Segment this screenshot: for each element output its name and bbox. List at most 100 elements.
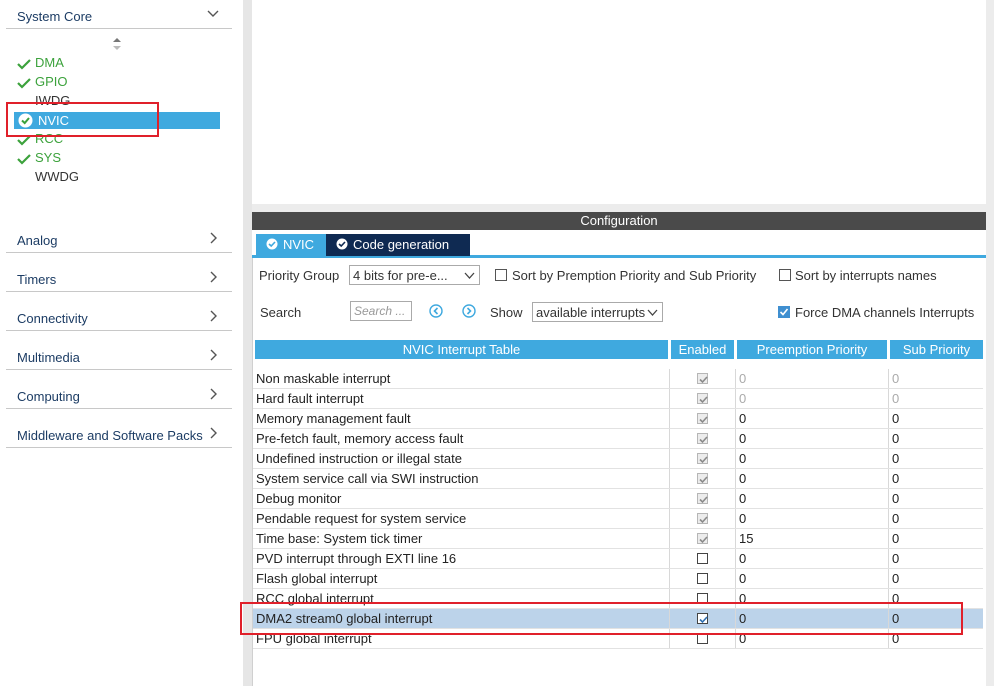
sidebar-item-dma[interactable]: DMA	[17, 54, 64, 72]
section-system-core[interactable]: System Core	[6, 2, 232, 29]
check-icon	[17, 134, 31, 146]
sub-priority-cell[interactable]: 0	[888, 489, 983, 508]
section-label: Multimedia	[17, 350, 80, 365]
divider	[252, 204, 986, 212]
preemption-priority-cell[interactable]: 15	[735, 529, 887, 548]
chevron-down-icon	[464, 272, 475, 279]
sidebar-item-nvic[interactable]: NVIC	[14, 112, 220, 129]
section-label: Analog	[17, 233, 58, 248]
preemption-priority-cell[interactable]: 0	[735, 509, 887, 528]
sub-priority-cell[interactable]: 0	[888, 609, 983, 628]
enabled-cell	[669, 429, 736, 448]
table-row[interactable]: RCC global interrupt 0 0	[253, 589, 983, 609]
enabled-cell	[669, 509, 736, 528]
sort-names-checkbox[interactable]	[779, 269, 791, 281]
priority-group-select[interactable]: 4 bits for pre-e...	[349, 265, 480, 285]
sort-premption-checkbox[interactable]	[495, 269, 507, 281]
preemption-priority-cell[interactable]: 0	[735, 629, 887, 648]
sidebar-item-rcc[interactable]: RCC	[17, 130, 63, 148]
interrupt-name: Pendable request for system service	[256, 511, 467, 526]
sub-priority-cell[interactable]: 0	[888, 469, 983, 488]
column-header-sub-priority[interactable]: Sub Priority	[890, 340, 983, 359]
table-row[interactable]: Hard fault interrupt 0 0	[253, 389, 983, 409]
enabled-checkbox	[697, 413, 708, 424]
enabled-checkbox[interactable]	[697, 613, 708, 624]
section-analog[interactable]: Analog	[6, 226, 232, 253]
preemption-priority-cell[interactable]: 0	[735, 549, 887, 568]
interrupt-name: Memory management fault	[256, 411, 411, 426]
preemption-priority-cell[interactable]: 0	[735, 409, 887, 428]
enabled-checkbox[interactable]	[697, 593, 708, 604]
enabled-checkbox[interactable]	[697, 633, 708, 644]
sidebar-item-label: DMA	[35, 55, 64, 70]
sidebar-item-iwdg[interactable]: IWDG	[17, 92, 70, 110]
tab-code-generation[interactable]: Code generation	[326, 234, 470, 256]
interrupt-name: Flash global interrupt	[256, 571, 378, 586]
table-row[interactable]: Non maskable interrupt 0 0	[253, 369, 983, 389]
search-input[interactable]: Search ...	[350, 301, 412, 321]
main-area: Configuration NVIC Code generation Prior…	[252, 0, 1008, 686]
enabled-checkbox[interactable]	[697, 573, 708, 584]
sidebar-item-label: WWDG	[35, 169, 80, 184]
column-header-preemption[interactable]: Preemption Priority	[737, 340, 887, 359]
table-row[interactable]: Time base: System tick timer 15 0	[253, 529, 983, 549]
table-row[interactable]: Undefined instruction or illegal state 0 0	[253, 449, 983, 469]
section-label: Connectivity	[17, 311, 88, 326]
section-multimedia[interactable]: Multimedia	[6, 343, 232, 370]
section-label: Timers	[17, 272, 57, 287]
interrupt-name: Debug monitor	[256, 491, 342, 506]
preemption-priority-cell[interactable]: 0	[735, 609, 887, 628]
sidebar-item-wwdg[interactable]: WWDG	[17, 168, 79, 186]
sub-priority-cell[interactable]: 0	[888, 529, 983, 548]
sub-priority-cell[interactable]: 0	[888, 629, 983, 648]
tab-nvic[interactable]: NVIC	[256, 234, 330, 256]
section-connectivity[interactable]: Connectivity	[6, 304, 232, 331]
column-header-name[interactable]: NVIC Interrupt Table	[255, 340, 668, 359]
sub-priority-cell[interactable]: 0	[888, 409, 983, 428]
enabled-checkbox[interactable]	[697, 553, 708, 564]
sub-priority-cell[interactable]: 0	[888, 509, 983, 528]
enabled-cell	[669, 569, 736, 588]
table-row[interactable]: FPU global interrupt 0 0	[253, 629, 983, 649]
preemption-priority-cell[interactable]: 0	[735, 569, 887, 588]
table-row[interactable]: Flash global interrupt 0 0	[253, 569, 983, 589]
interrupt-name: Undefined instruction or illegal state	[256, 451, 462, 466]
table-row[interactable]: Pendable request for system service 0 0	[253, 509, 983, 529]
scrollbar[interactable]	[986, 0, 994, 686]
force-dma-checkbox[interactable]	[778, 306, 790, 318]
column-header-enabled[interactable]: Enabled	[671, 340, 734, 359]
show-select[interactable]: available interrupts	[532, 302, 663, 322]
table-row[interactable]: Debug monitor 0 0	[253, 489, 983, 509]
table-header: NVIC Interrupt Table Enabled Preemption …	[255, 340, 985, 359]
section-middleware[interactable]: Middleware and Software Packs	[6, 421, 232, 448]
sidebar-item-gpio[interactable]: GPIO	[17, 73, 68, 91]
sub-priority-cell[interactable]: 0	[888, 449, 983, 468]
preemption-priority-cell[interactable]: 0	[735, 449, 887, 468]
chevron-right-icon	[210, 310, 217, 322]
previous-icon[interactable]	[429, 304, 443, 318]
preemption-priority-cell[interactable]: 0	[735, 489, 887, 508]
section-computing[interactable]: Computing	[6, 382, 232, 409]
preemption-priority-cell[interactable]: 0	[735, 589, 887, 608]
table-row[interactable]: Memory management fault 0 0	[253, 409, 983, 429]
preemption-priority-cell[interactable]: 0	[735, 469, 887, 488]
check-circle-icon	[18, 113, 33, 128]
section-timers[interactable]: Timers	[6, 265, 232, 292]
table-row[interactable]: Pre-fetch fault, memory access fault 0 0	[253, 429, 983, 449]
sub-priority-cell[interactable]: 0	[888, 569, 983, 588]
table-row[interactable]: System service call via SWI instruction 0…	[253, 469, 983, 489]
table-row[interactable]: DMA2 stream0 global interrupt 0 0	[253, 609, 983, 629]
sub-priority-cell[interactable]: 0	[888, 549, 983, 568]
sub-priority-cell[interactable]: 0	[888, 589, 983, 608]
interrupt-name: Time base: System tick timer	[256, 531, 423, 546]
panel-splitter[interactable]	[243, 0, 252, 686]
preemption-priority-cell[interactable]: 0	[735, 429, 887, 448]
table-row[interactable]: PVD interrupt through EXTI line 16 0 0	[253, 549, 983, 569]
sidebar-item-label: RCC	[35, 131, 64, 146]
sidebar-item-sys[interactable]: SYS	[17, 149, 61, 167]
next-icon[interactable]	[462, 304, 476, 318]
interrupt-name: FPU global interrupt	[256, 631, 372, 646]
sub-priority-cell[interactable]: 0	[888, 429, 983, 448]
sort-icon[interactable]	[112, 37, 122, 51]
chevron-down-icon	[207, 10, 219, 17]
